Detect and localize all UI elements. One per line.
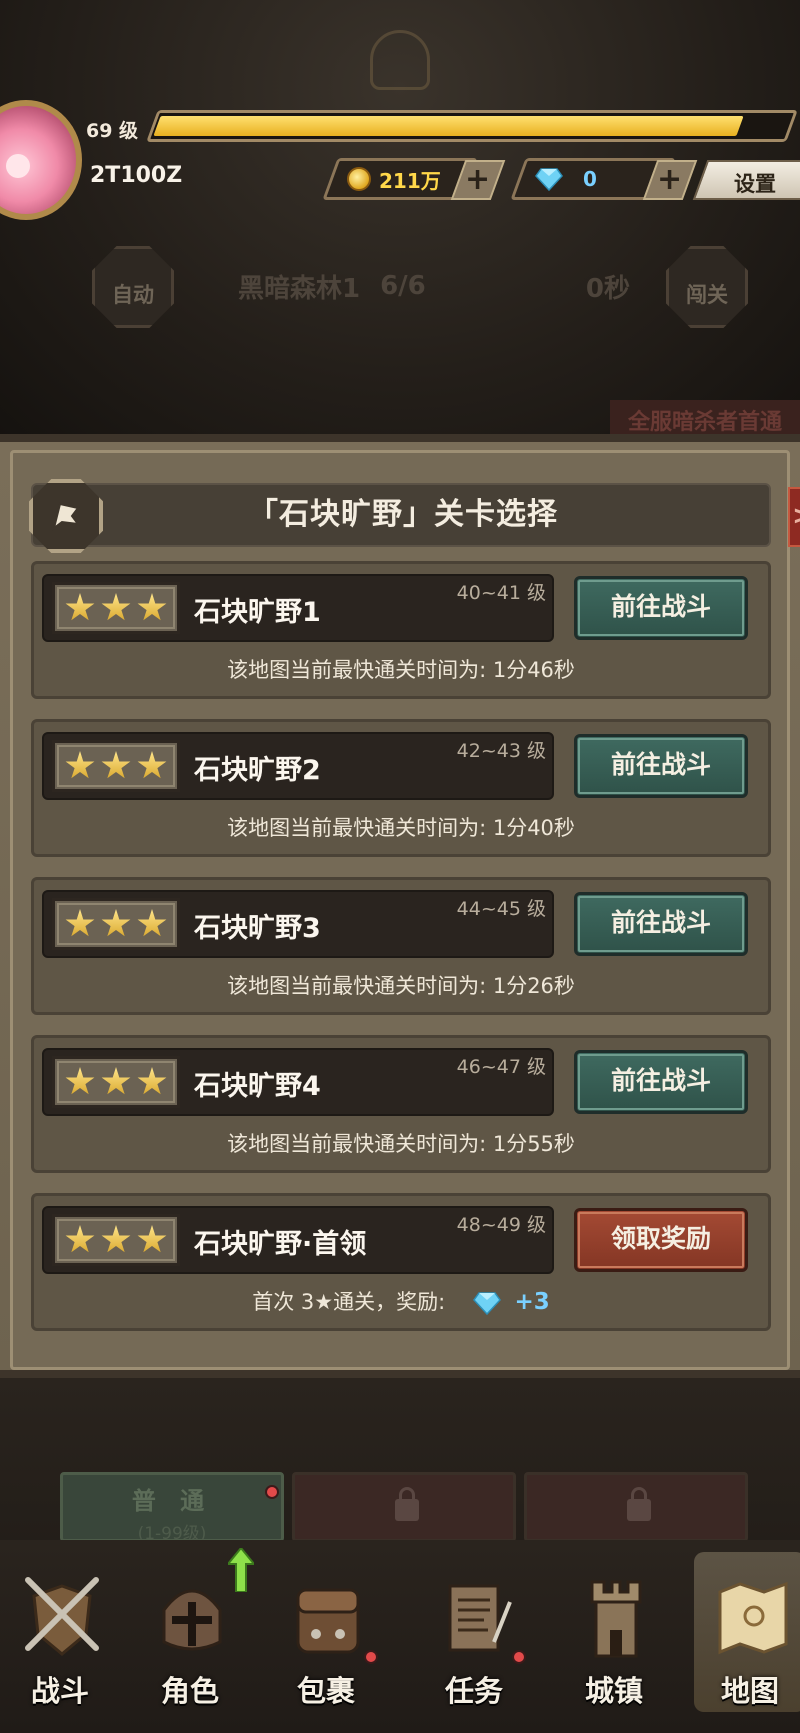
claim-reward-button[interactable]: 领取奖励	[574, 1208, 748, 1272]
close-panel-button[interactable]: >	[788, 487, 800, 547]
stage-best-time: 该地图当前最快通关时间为: 1分40秒	[227, 816, 575, 840]
stage-level: 46~47 级	[456, 1056, 546, 1078]
star-icon	[137, 593, 167, 621]
star-icon	[137, 909, 167, 937]
difficulty-normal-label: 普 通	[131, 1487, 213, 1515]
difficulty-normal-tab[interactable]: 普 通 (1-99级)	[60, 1472, 284, 1544]
star-icon	[101, 1225, 131, 1253]
gem-amount: 0	[583, 167, 597, 191]
helmet-icon	[162, 1589, 222, 1651]
nav-label: 地图	[720, 1674, 779, 1708]
reward-amount: +3	[514, 1289, 550, 1315]
stage-stars	[52, 1056, 180, 1108]
auto-battle-bar: 黑暗森林1 6/6 0秒	[170, 250, 670, 322]
star-icon	[101, 751, 131, 779]
stage-stars	[52, 1214, 180, 1266]
star-icon	[137, 751, 167, 779]
nav-map[interactable]: 地图	[690, 1550, 800, 1730]
stage-card: 石块旷野2 42~43 级 前往战斗 该地图当前最快通关时间为: 1分40秒	[31, 719, 771, 857]
player-name: 2T100Z	[90, 163, 183, 188]
stage-level: 42~43 级	[456, 740, 546, 762]
announcement-banner: 全服暗杀者首通	[610, 400, 800, 436]
stage-name: 石块旷野·首领	[194, 1229, 367, 1260]
stage-level: 40~41 级	[456, 582, 546, 604]
stage-best-time: 该地图当前最快通关时间为: 1分55秒	[227, 1132, 575, 1156]
exp-bar	[146, 110, 798, 142]
star-icon	[137, 1225, 167, 1253]
stage-stars	[52, 740, 180, 792]
nav-label: 城镇	[584, 1674, 643, 1708]
stage-name: 石块旷野2	[194, 755, 321, 786]
star-icon	[101, 593, 131, 621]
backpack-icon	[296, 1588, 360, 1654]
auto-progress: 6/6	[380, 271, 426, 301]
star-icon	[65, 1225, 95, 1253]
nav-town[interactable]: 城镇	[554, 1550, 674, 1730]
auto-timer: 0秒	[585, 273, 630, 304]
tower-icon	[590, 1580, 642, 1658]
stage-stars	[52, 582, 180, 634]
notification-dot	[512, 1650, 526, 1664]
gold-amount: 211万	[379, 168, 441, 193]
star-icon	[101, 909, 131, 937]
stage-name: 石块旷野1	[194, 597, 321, 628]
star-icon	[137, 1067, 167, 1095]
notification-dot	[265, 1485, 279, 1499]
nav-bag[interactable]: 包裹	[266, 1550, 386, 1730]
stage-name: 石块旷野4	[194, 1071, 321, 1102]
star-icon	[101, 1067, 131, 1095]
nav-label: 任务	[444, 1674, 503, 1708]
upgrade-arrow-icon	[228, 1548, 254, 1592]
go-battle-button[interactable]: 前往战斗	[574, 576, 748, 640]
nav-label: 角色	[160, 1674, 219, 1708]
crossed-swords-shield-icon	[25, 1577, 99, 1656]
stage-name: 石块旷野3	[194, 913, 321, 944]
stage-best-time: 该地图当前最快通关时间为: 1分26秒	[227, 974, 575, 998]
star-icon	[65, 751, 95, 779]
difficulty-hard-tab[interactable]	[292, 1472, 516, 1542]
avatar-face	[6, 154, 30, 178]
exp-bar-fill	[153, 116, 744, 136]
gold-coin-icon	[347, 167, 371, 191]
settings-button[interactable]: 设置	[692, 160, 800, 200]
lock-icon	[627, 1487, 651, 1521]
stage-best-time: 该地图当前最快通关时间为: 1分46秒	[227, 658, 575, 682]
go-battle-button[interactable]: 前往战斗	[574, 1050, 748, 1114]
panel-title: 「石块旷野」关卡选择	[248, 497, 558, 532]
map-icon	[718, 1581, 788, 1655]
nav-battle[interactable]: 战斗	[0, 1550, 120, 1730]
stage-card: 石块旷野1 40~41 级 前往战斗 该地图当前最快通关时间为: 1分46秒	[31, 561, 771, 699]
star-icon	[65, 909, 95, 937]
panel-title-bar: 「石块旷野」关卡选择	[29, 479, 771, 553]
boss-stage-card: 石块旷野·首领 48~49 级 领取奖励 首次 3★通关，奖励: +3	[31, 1193, 771, 1331]
player-level: 69 级	[86, 120, 139, 142]
stage-select-panel: 「石块旷野」关卡选择 > 石块旷野1 40~41 级 前往战斗 该地图当前最快通…	[0, 434, 800, 1378]
lock-icon	[395, 1487, 419, 1521]
diamond-icon	[472, 1292, 501, 1315]
star-icon	[65, 593, 95, 621]
stage-card: 石块旷野3 44~45 级 前往战斗 该地图当前最快通关时间为: 1分26秒	[31, 877, 771, 1015]
stage-level: 44~45 级	[456, 898, 546, 920]
go-battle-button[interactable]: 前往战斗	[574, 892, 748, 956]
diamond-icon	[535, 168, 563, 191]
star-icon	[65, 1067, 95, 1095]
stage-level: 48~49 级	[456, 1214, 546, 1236]
bottom-nav: 战斗 角色 包裹 任务 城镇 地图	[0, 1540, 800, 1733]
nav-label: 包裹	[296, 1674, 355, 1708]
notification-dot	[364, 1650, 378, 1664]
stage-stars	[52, 898, 180, 950]
difficulty-hell-tab[interactable]	[524, 1472, 748, 1542]
nav-label: 战斗	[30, 1674, 89, 1708]
scroll-icon	[448, 1584, 512, 1652]
go-battle-button[interactable]: 前往战斗	[574, 734, 748, 798]
stage-select-inner: 「石块旷野」关卡选择 > 石块旷野1 40~41 级 前往战斗 该地图当前最快通…	[10, 450, 800, 1370]
first-clear-text: 首次 3★通关，奖励:	[252, 1290, 446, 1314]
auto-map-name: 黑暗森林1	[238, 273, 361, 304]
nav-quest[interactable]: 任务	[414, 1550, 534, 1730]
stage-card: 石块旷野4 46~47 级 前往战斗 该地图当前最快通关时间为: 1分55秒	[31, 1035, 771, 1173]
first-clear-reward: 首次 3★通关，奖励: +3	[34, 1286, 768, 1316]
ornament-decoration	[370, 30, 430, 90]
